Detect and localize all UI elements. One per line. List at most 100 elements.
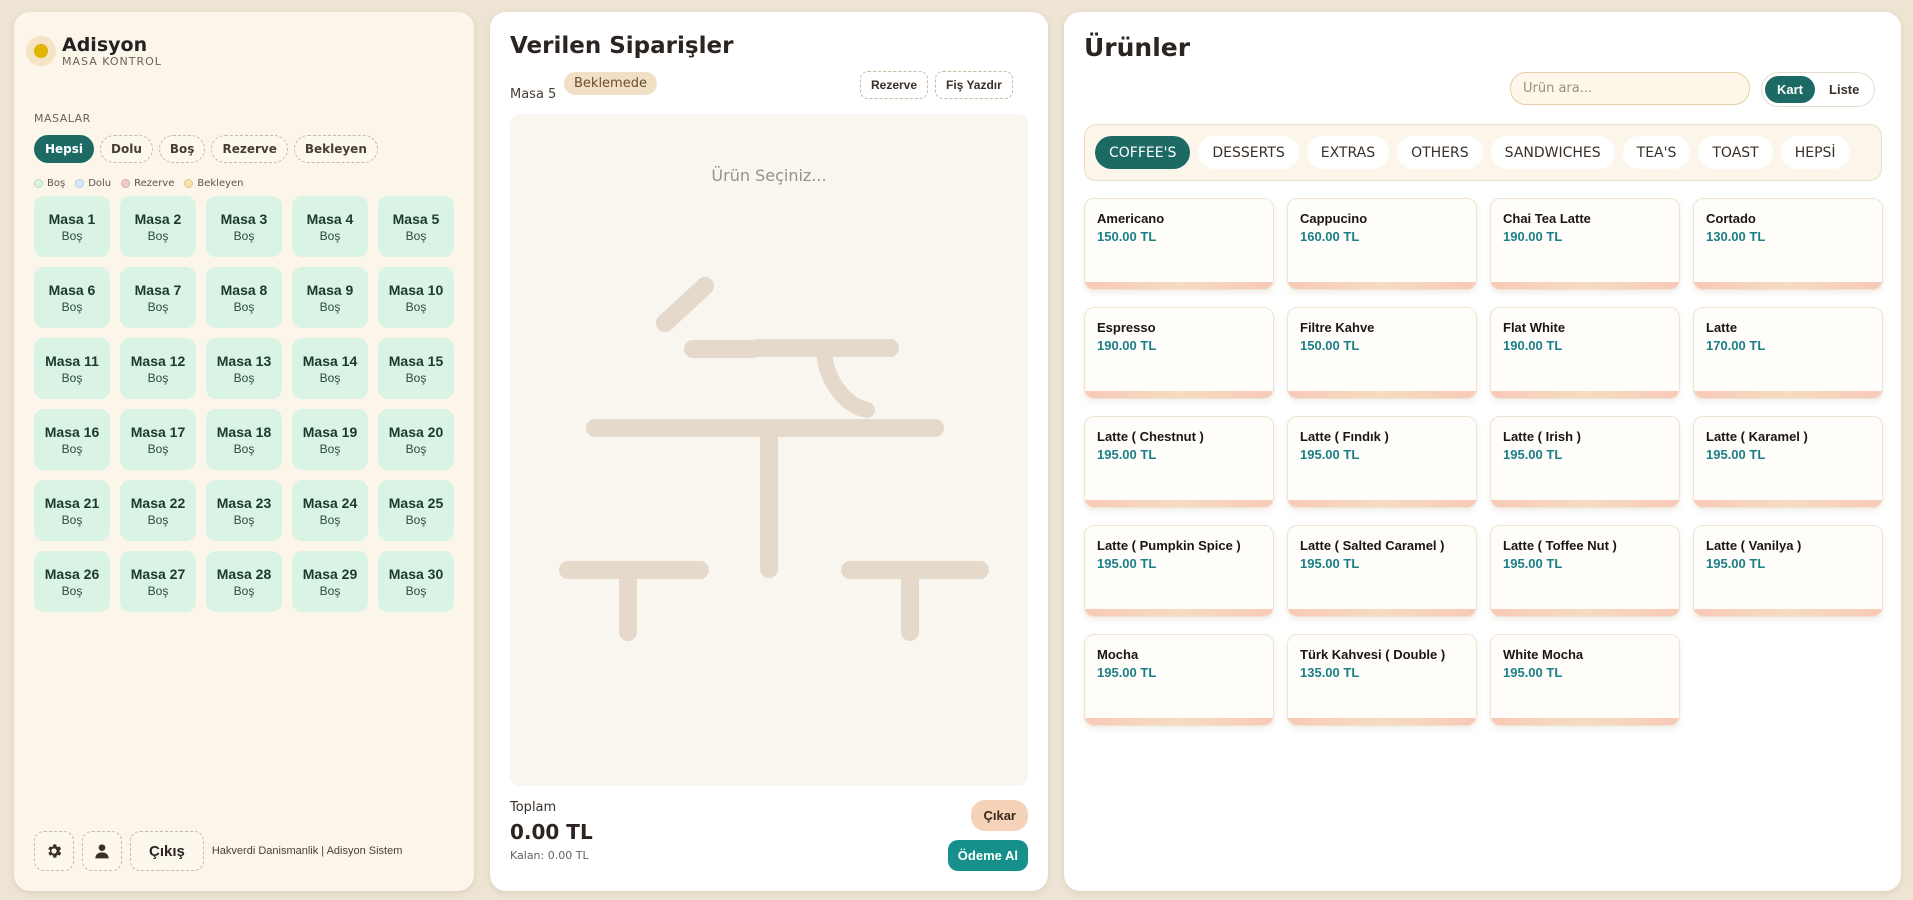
table-card[interactable]: Masa 4 Boş <box>292 196 368 257</box>
table-card[interactable]: Masa 2 Boş <box>120 196 196 257</box>
table-status: Boş <box>319 512 341 527</box>
table-name: Masa 16 <box>44 423 100 440</box>
order-title: Verilen Siparişler <box>510 33 734 59</box>
status-legend: Boş Dolu Rezerve Bekleyen <box>34 178 244 189</box>
table-card[interactable]: Masa 29 Boş <box>292 551 368 612</box>
product-card[interactable]: Chai Tea Latte 190.00 TL <box>1490 198 1680 290</box>
table-card[interactable]: Masa 21 Boş <box>34 480 110 541</box>
table-status: Boş <box>319 583 341 598</box>
table-card[interactable]: Masa 20 Boş <box>378 409 454 470</box>
product-card[interactable]: Latte 170.00 TL <box>1693 307 1883 399</box>
legend-dot <box>121 179 131 188</box>
table-filter-chip[interactable]: Boş <box>158 135 206 163</box>
order-status-badge: Beklemede <box>564 72 657 95</box>
product-price: 150.00 TL <box>1300 338 1360 353</box>
category-tab[interactable]: EXTRAS <box>1306 136 1390 169</box>
product-card[interactable]: Türk Kahvesi ( Double ) 135.00 TL <box>1287 634 1477 726</box>
product-card[interactable]: White Mocha 195.00 TL <box>1490 634 1680 726</box>
table-name: Masa 18 <box>216 423 272 440</box>
table-filter-chip[interactable]: Hepsi <box>34 135 95 163</box>
product-card[interactable]: Latte ( Pumpkin Spice ) 195.00 TL <box>1084 525 1274 617</box>
product-price: 195.00 TL <box>1097 447 1157 462</box>
table-card[interactable]: Masa 9 Boş <box>292 267 368 328</box>
view-option-liste[interactable]: Liste <box>1817 76 1871 103</box>
table-card[interactable]: Masa 3 Boş <box>206 196 282 257</box>
category-tab[interactable]: HEPSİ <box>1780 136 1850 169</box>
table-card[interactable]: Masa 17 Boş <box>120 409 196 470</box>
table-card[interactable]: Masa 25 Boş <box>378 480 454 541</box>
table-card[interactable]: Masa 24 Boş <box>292 480 368 541</box>
product-card[interactable]: Latte ( Toffee Nut ) 195.00 TL <box>1490 525 1680 617</box>
table-card[interactable]: Masa 23 Boş <box>206 480 282 541</box>
table-card[interactable]: Masa 1 Boş <box>34 196 110 257</box>
table-card[interactable]: Masa 15 Boş <box>378 338 454 399</box>
table-card[interactable]: Masa 13 Boş <box>206 338 282 399</box>
brand-subtitle: MASA KONTROL <box>62 55 162 68</box>
product-name: Americano <box>1097 211 1165 226</box>
product-card[interactable]: Cappucino 160.00 TL <box>1287 198 1477 290</box>
category-tab[interactable]: COFFEE'S <box>1095 136 1191 169</box>
product-name: Latte ( Fındık ) <box>1300 429 1389 444</box>
category-tab[interactable]: OTHERS <box>1397 136 1483 169</box>
table-card[interactable]: Masa 18 Boş <box>206 409 282 470</box>
table-card[interactable]: Masa 8 Boş <box>206 267 282 328</box>
product-price: 190.00 TL <box>1503 229 1563 244</box>
product-search-input[interactable] <box>1510 72 1750 105</box>
profile-button[interactable] <box>82 831 122 871</box>
product-card[interactable]: Flat White 190.00 TL <box>1490 307 1680 399</box>
take-payment-button[interactable]: Ödeme Al <box>947 840 1028 871</box>
product-card[interactable]: Mocha 195.00 TL <box>1084 634 1274 726</box>
product-card[interactable]: Cortado 130.00 TL <box>1693 198 1883 290</box>
table-card[interactable]: Masa 5 Boş <box>378 196 454 257</box>
brand-title: Adisyon <box>62 34 148 56</box>
product-card[interactable]: Latte ( Irish ) 195.00 TL <box>1490 416 1680 508</box>
table-card[interactable]: Masa 7 Boş <box>120 267 196 328</box>
table-card[interactable]: Masa 12 Boş <box>120 338 196 399</box>
print-receipt-button[interactable]: Fiş Yazdır <box>935 71 1013 99</box>
table-card[interactable]: Masa 28 Boş <box>206 551 282 612</box>
legend-dot <box>184 179 194 188</box>
view-option-kart[interactable]: Kart <box>1765 76 1816 103</box>
table-card[interactable]: Masa 6 Boş <box>34 267 110 328</box>
table-status: Boş <box>233 370 255 385</box>
settings-button[interactable] <box>34 831 74 871</box>
table-filter-chip[interactable]: Bekleyen <box>293 135 378 163</box>
table-filter-chip[interactable]: Rezerve <box>211 135 288 163</box>
product-card[interactable]: Latte ( Salted Caramel ) 195.00 TL <box>1287 525 1477 617</box>
category-tab[interactable]: TEA'S <box>1622 136 1691 169</box>
table-card[interactable]: Masa 30 Boş <box>378 551 454 612</box>
product-card[interactable]: Latte ( Chestnut ) 195.00 TL <box>1084 416 1274 508</box>
table-card[interactable]: Masa 27 Boş <box>120 551 196 612</box>
table-card[interactable]: Masa 11 Boş <box>34 338 110 399</box>
product-card[interactable]: Americano 150.00 TL <box>1084 198 1274 290</box>
table-card[interactable]: Masa 16 Boş <box>34 409 110 470</box>
remove-item-button[interactable]: Çıkar <box>971 800 1028 831</box>
table-name: Masa 6 <box>48 281 96 298</box>
table-status: Boş <box>233 228 255 243</box>
category-tab[interactable]: SANDWICHES <box>1490 136 1615 169</box>
table-card[interactable]: Masa 14 Boş <box>292 338 368 399</box>
product-card[interactable]: Espresso 190.00 TL <box>1084 307 1274 399</box>
product-name: Latte ( Chestnut ) <box>1097 429 1204 444</box>
product-card[interactable]: Latte ( Karamel ) 195.00 TL <box>1693 416 1883 508</box>
table-card[interactable]: Masa 10 Boş <box>378 267 454 328</box>
table-status: Boş <box>147 583 169 598</box>
product-card[interactable]: Filtre Kahve 150.00 TL <box>1287 307 1477 399</box>
category-tab[interactable]: TOAST <box>1698 136 1773 169</box>
table-card[interactable]: Masa 22 Boş <box>120 480 196 541</box>
table-status: Boş <box>405 228 427 243</box>
table-status: Boş <box>61 228 83 243</box>
table-status: Boş <box>61 441 83 456</box>
reserve-button[interactable]: Rezerve <box>860 71 929 99</box>
brand: Adisyon MASA KONTROL <box>26 34 162 68</box>
table-card[interactable]: Masa 19 Boş <box>292 409 368 470</box>
logout-button[interactable]: Çıkış <box>130 831 204 871</box>
product-card[interactable]: Latte ( Vanilya ) 195.00 TL <box>1693 525 1883 617</box>
table-filter-chip[interactable]: Dolu <box>100 135 153 163</box>
product-card[interactable]: Latte ( Fındık ) 195.00 TL <box>1287 416 1477 508</box>
category-tab[interactable]: DESSERTS <box>1198 136 1299 169</box>
table-name: Masa 30 <box>388 565 444 582</box>
table-status: Boş <box>405 299 427 314</box>
table-name: Masa 12 <box>130 352 186 369</box>
table-card[interactable]: Masa 26 Boş <box>34 551 110 612</box>
